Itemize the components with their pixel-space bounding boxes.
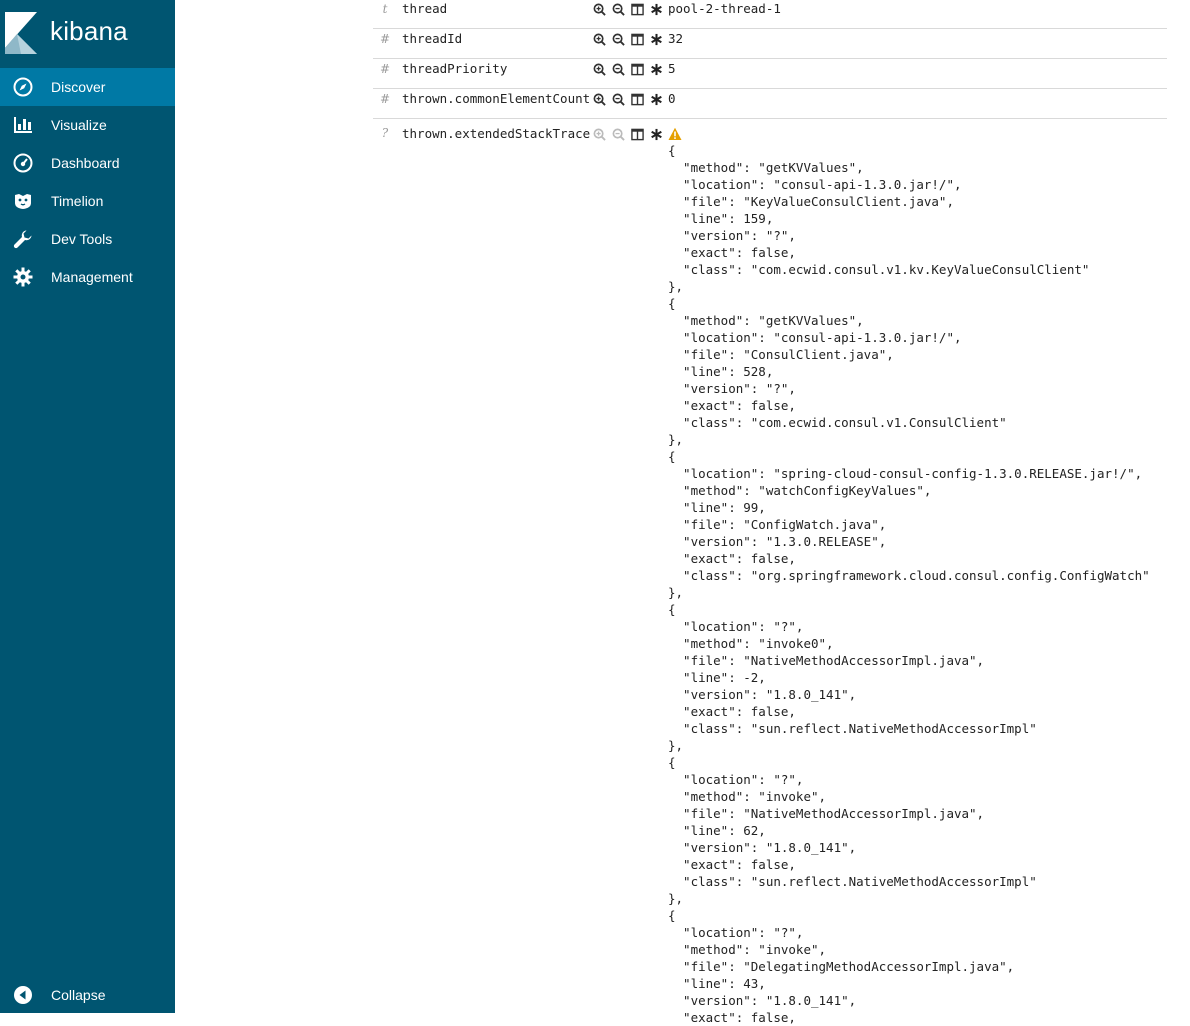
table-row: # threadPriority 5: [373, 60, 1167, 89]
table-row: t thread pool-2-thread-1: [373, 0, 1167, 29]
sidebar-item-label: Visualize: [51, 117, 107, 133]
toggle-column-button[interactable]: [629, 91, 645, 107]
toggle-column-button[interactable]: [629, 126, 645, 142]
filter-exists-button[interactable]: [648, 126, 664, 142]
table-row: # thrown.commonElementCount 0: [373, 90, 1167, 119]
string-type-icon: t: [382, 2, 388, 16]
field-name: threadPriority: [402, 61, 508, 76]
sidebar-item-label: Discover: [51, 79, 106, 95]
field-actions: [591, 126, 664, 142]
gear-icon: [12, 266, 34, 288]
sidebar-item-label: Management: [51, 269, 133, 285]
filter-out-value-button-disabled: [610, 126, 626, 142]
field-value: pool-2-thread-1: [668, 1, 781, 16]
sidebar-nav: Discover Visualize Dashboard Timelion De…: [0, 68, 175, 296]
field-name: threadId: [402, 31, 463, 46]
magnify-plus-icon: [593, 93, 606, 106]
asterisk-icon: [650, 128, 662, 140]
collapse-label: Collapse: [51, 987, 106, 1003]
filter-exists-button[interactable]: [648, 1, 664, 17]
field-value: 5: [668, 61, 676, 76]
gauge-icon: [12, 152, 34, 174]
number-type-icon: #: [379, 62, 391, 76]
magnify-minus-icon: [612, 3, 625, 16]
document-details-table: t thread pool-2-thread-1 # threadId 32 #…: [373, 0, 1167, 1025]
filter-for-value-button-disabled: [591, 126, 607, 142]
magnify-minus-icon: [612, 33, 625, 46]
filter-out-value-button[interactable]: [610, 1, 626, 17]
filter-for-value-button[interactable]: [591, 91, 607, 107]
sidebar-item-visualize[interactable]: Visualize: [0, 106, 175, 144]
number-type-icon: #: [379, 32, 391, 46]
field-name: thrown.extendedStackTrace: [402, 126, 591, 141]
kibana-logo-icon: [5, 12, 37, 54]
magnify-plus-icon: [593, 3, 606, 16]
stack-trace-json: { "method": "getKVValues", "location": "…: [668, 143, 1150, 1025]
column-icon: [630, 3, 644, 15]
number-type-icon: #: [379, 92, 391, 106]
compass-icon: [12, 76, 34, 98]
magnify-plus-icon: [593, 128, 606, 141]
column-icon: [630, 128, 644, 140]
field-actions: [591, 61, 664, 77]
filter-exists-button[interactable]: [648, 61, 664, 77]
column-icon: [630, 33, 644, 45]
collapse-arrow-icon: [12, 984, 34, 1006]
field-actions: [591, 91, 664, 107]
warning-icon[interactable]: [668, 127, 682, 141]
field-value: 0: [668, 91, 676, 106]
sidebar-item-label: Timelion: [51, 193, 104, 209]
column-icon: [630, 63, 644, 75]
wrench-icon: [12, 228, 34, 250]
column-icon: [630, 93, 644, 105]
toggle-column-button[interactable]: [629, 61, 645, 77]
sidebar-item-dev-tools[interactable]: Dev Tools: [0, 220, 175, 258]
asterisk-icon: [650, 63, 662, 75]
magnify-minus-icon: [612, 128, 625, 141]
field-value: 32: [668, 31, 684, 46]
sidebar-item-management[interactable]: Management: [0, 258, 175, 296]
sidebar: kibana Discover Visualize Dashboard Time…: [0, 0, 175, 1013]
filter-out-value-button[interactable]: [610, 61, 626, 77]
field-actions: [591, 31, 664, 47]
asterisk-icon: [650, 93, 662, 105]
field-actions: [591, 1, 664, 17]
toggle-column-button[interactable]: [629, 31, 645, 47]
table-row: # threadId 32: [373, 30, 1167, 59]
kibana-logo[interactable]: kibana: [0, 0, 175, 68]
magnify-minus-icon: [612, 93, 625, 106]
field-name: thrown.commonElementCount: [402, 91, 591, 106]
bar-chart-icon: [12, 114, 34, 136]
field-name: thread: [402, 1, 448, 16]
logo-text: kibana: [50, 16, 128, 46]
asterisk-icon: [650, 33, 662, 45]
magnify-plus-icon: [593, 33, 606, 46]
magnify-minus-icon: [612, 63, 625, 76]
sidebar-item-label: Dev Tools: [51, 231, 113, 247]
filter-exists-button[interactable]: [648, 91, 664, 107]
filter-out-value-button[interactable]: [610, 31, 626, 47]
magnify-plus-icon: [593, 63, 606, 76]
sidebar-item-timelion[interactable]: Timelion: [0, 182, 175, 220]
asterisk-icon: [650, 3, 662, 15]
filter-for-value-button[interactable]: [591, 1, 607, 17]
sidebar-item-dashboard[interactable]: Dashboard: [0, 144, 175, 182]
table-row: ? thrown.extendedStackTrace { "method": …: [373, 120, 1167, 1025]
sidebar-item-label: Dashboard: [51, 155, 120, 171]
unknown-type-icon: ?: [381, 126, 389, 140]
toggle-column-button[interactable]: [629, 1, 645, 17]
timelion-icon: [12, 190, 34, 212]
filter-out-value-button[interactable]: [610, 91, 626, 107]
collapse-button[interactable]: Collapse: [0, 976, 175, 1014]
sidebar-item-discover[interactable]: Discover: [0, 68, 175, 106]
filter-for-value-button[interactable]: [591, 61, 607, 77]
filter-exists-button[interactable]: [648, 31, 664, 47]
filter-for-value-button[interactable]: [591, 31, 607, 47]
